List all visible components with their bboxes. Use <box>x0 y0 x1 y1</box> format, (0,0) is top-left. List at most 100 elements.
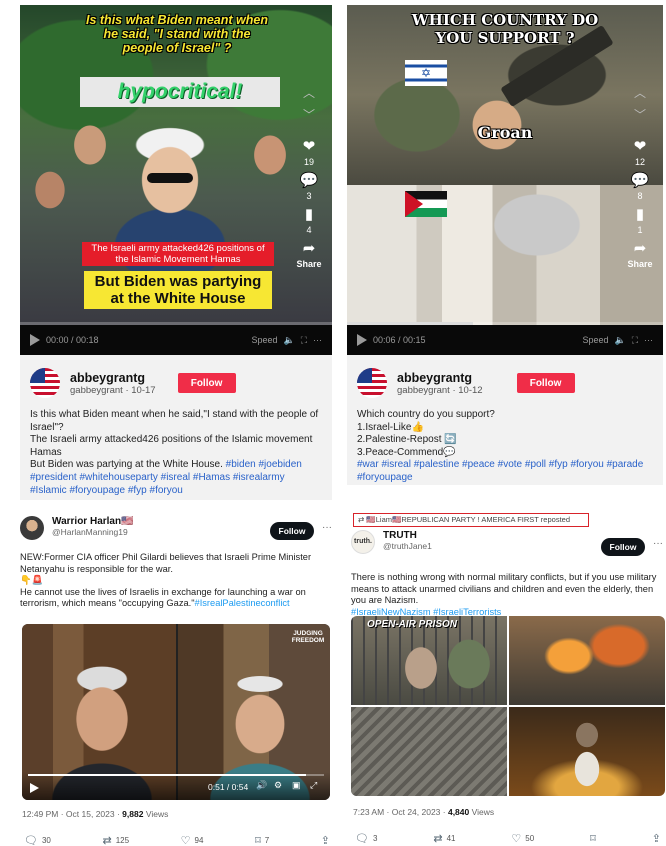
tweet-image-grid[interactable]: OPEN-AIR PRISON <box>351 616 665 796</box>
bookmark-icon[interactable]: ▮ <box>305 207 313 223</box>
fullscreen-icon[interactable]: ⛶ <box>301 335 307 346</box>
play-icon[interactable] <box>357 334 367 346</box>
avatar[interactable] <box>20 516 44 540</box>
tweet-author-handle[interactable]: @HarlanManning19 <box>52 527 262 537</box>
more-icon[interactable]: ··· <box>313 335 322 345</box>
post-text-line: But Biden was partying at the White Hous… <box>30 459 223 471</box>
more-icon[interactable]: ··· <box>644 335 653 345</box>
comment-icon[interactable]: 💬 <box>300 173 319 189</box>
speed-button[interactable]: Speed <box>582 335 608 345</box>
follow-button[interactable]: Follow <box>177 373 236 393</box>
israel-flag-image: ✡ <box>405 60 447 86</box>
avatar[interactable] <box>357 368 387 398</box>
tweet-author-name[interactable]: TRUTH <box>383 530 593 541</box>
comment-icon[interactable]: 💬 <box>631 173 650 189</box>
heart-icon[interactable]: ❤ <box>634 139 647 155</box>
video-time: 00:00 / 00:18 <box>46 335 99 345</box>
reply-count: 3 <box>372 834 378 843</box>
post-text-line: 2.Palestine-Repost 🔄 <box>357 434 457 446</box>
more-icon[interactable]: ··· <box>322 522 332 533</box>
bookmark-icon[interactable]: ⌑ <box>255 834 261 846</box>
left-video-player[interactable]: Is this what Biden meant when he said, "… <box>20 5 332 355</box>
post-text-line: 1.Israel-Like👍 <box>357 421 424 433</box>
tweet-emojis: 👇🚨 <box>20 575 44 586</box>
post-text-line: Is this what Biden meant when he said,"I… <box>30 409 319 433</box>
tweet-video[interactable]: JUDGING FREEDOM 0:51 / 0:54 🔊 ⚙ ▣ ⤢ <box>22 624 330 800</box>
avatar[interactable]: truth. <box>351 530 375 554</box>
right-tweet: ⇄ 🇺🇸Liam🇺🇸REPUBLICAN PARTY ! AMERICA FIR… <box>347 510 666 846</box>
retweet-icon[interactable]: ⇄ <box>102 834 111 846</box>
more-icon[interactable]: ··· <box>653 538 663 549</box>
heart-icon[interactable]: ❤ <box>303 139 316 155</box>
image-tile-prison[interactable]: OPEN-AIR PRISON <box>351 616 507 705</box>
tweet-action-bar: 🗨 30 ⇄ 125 ♡ 94 ⌑ 7 ⇪ <box>24 834 330 846</box>
post-text-line: The Israeli army attacked426 positions o… <box>30 434 313 458</box>
chevron-up-icon[interactable]: ︿ <box>634 85 646 101</box>
play-icon[interactable] <box>30 783 39 793</box>
tweet-timestamp[interactable]: 7:23 AM · Oct 24, 2023 · <box>353 807 448 817</box>
video-controls: 00:06 / 00:15 Speed 🔈 ⛶ ··· <box>347 325 663 355</box>
share-icon[interactable]: ⇪ <box>652 832 661 845</box>
bookmark-count: 7 <box>264 836 270 845</box>
settings-icon[interactable]: ⚙ <box>274 780 282 791</box>
pip-icon[interactable]: ▣ <box>292 780 301 791</box>
share-icon[interactable]: ⇪ <box>321 834 330 846</box>
retweet-count: 125 <box>115 836 130 845</box>
image-tile-rubble[interactable] <box>351 707 507 796</box>
overlay-word: Groan <box>477 123 533 142</box>
tweet-timestamp[interactable]: 12:49 PM · Oct 15, 2023 · <box>22 809 122 819</box>
tweet-author-handle[interactable]: @truthJane1 <box>383 541 593 551</box>
follow-button[interactable]: Follow <box>601 538 645 556</box>
video-progress-track[interactable] <box>28 774 324 776</box>
share-label[interactable]: Share <box>627 259 652 269</box>
author-name[interactable]: abbeygrantg <box>397 371 483 385</box>
post-description: Is this what Biden meant when he said,"I… <box>30 409 322 497</box>
chevron-down-icon[interactable]: ﹀ <box>303 107 315 123</box>
image-tile-fire[interactable] <box>509 616 665 705</box>
chevron-down-icon[interactable]: ﹀ <box>634 107 646 123</box>
tweet-author-name[interactable]: Warrior Harlan🇺🇸 <box>52 516 262 527</box>
follow-button[interactable]: Follow <box>516 373 575 393</box>
image-tile-child[interactable] <box>509 707 665 796</box>
fullscreen-icon[interactable]: ⤢ <box>310 780 317 791</box>
save-count: 1 <box>637 225 643 235</box>
right-post-details: abbeygrantg gabbeygrant · 10-12 Follow W… <box>347 355 663 485</box>
right-video-player[interactable]: ✡ WHICH COUNTRY DO YOU SUPPORT ? Groan ︿… <box>347 5 663 355</box>
bookmark-icon[interactable]: ⌑ <box>590 832 596 845</box>
hashtag-link[interactable]: #IsrealPalestineconflict <box>195 598 290 608</box>
left-side-actions: ︿ ﹀ ❤ 19 💬 3 ▮ 4 ➦ Share <box>296 85 322 269</box>
like-count: 94 <box>194 836 204 845</box>
fullscreen-icon[interactable]: ⛶ <box>632 335 638 346</box>
video-time: 0:51 / 0:54 <box>208 782 249 792</box>
volume-icon[interactable]: 🔊 <box>256 780 267 791</box>
speed-button[interactable]: Speed <box>251 335 277 345</box>
views-count: 9,882 <box>122 809 144 819</box>
share-icon[interactable]: ➦ <box>634 241 647 257</box>
play-icon[interactable] <box>30 334 40 346</box>
retweet-icon: ⇄ <box>358 515 365 524</box>
share-label[interactable]: Share <box>296 259 321 269</box>
overlay-caption-red: The Israeli army attacked426 positions o… <box>82 242 274 266</box>
video-controls: 00:00 / 00:18 Speed 🔈 ⛶ ··· <box>20 325 332 355</box>
volume-icon[interactable]: 🔈 <box>283 335 294 346</box>
reposted-by[interactable]: 🇺🇸Liam🇺🇸REPUBLICAN PARTY ! AMERICA FIRST… <box>366 515 570 524</box>
sunglasses-shape <box>147 173 193 183</box>
reply-icon[interactable]: 🗨 <box>24 834 38 846</box>
follow-button[interactable]: Follow <box>270 522 314 540</box>
reply-icon[interactable]: 🗨 <box>355 832 369 845</box>
retweet-count: 41 <box>446 834 456 843</box>
chevron-up-icon[interactable]: ︿ <box>303 85 315 101</box>
right-side-actions: ︿ ﹀ ❤ 12 💬 8 ▮ 1 ➦ Share <box>627 85 653 269</box>
like-count: 50 <box>525 834 535 843</box>
bookmark-icon[interactable]: ▮ <box>636 207 644 223</box>
retweet-icon[interactable]: ⇄ <box>433 832 442 845</box>
views-count: 4,840 <box>447 807 470 817</box>
author-name[interactable]: abbeygrantg <box>70 371 156 385</box>
hashtag-links[interactable]: #war #isreal #palestine #peace #vote #po… <box>357 459 643 483</box>
avatar[interactable] <box>30 368 60 398</box>
share-icon[interactable]: ➦ <box>303 241 316 257</box>
volume-icon[interactable]: 🔈 <box>614 335 625 346</box>
video-progress-fill <box>28 774 307 776</box>
like-icon[interactable]: ♡ <box>511 832 521 845</box>
like-icon[interactable]: ♡ <box>181 834 191 846</box>
